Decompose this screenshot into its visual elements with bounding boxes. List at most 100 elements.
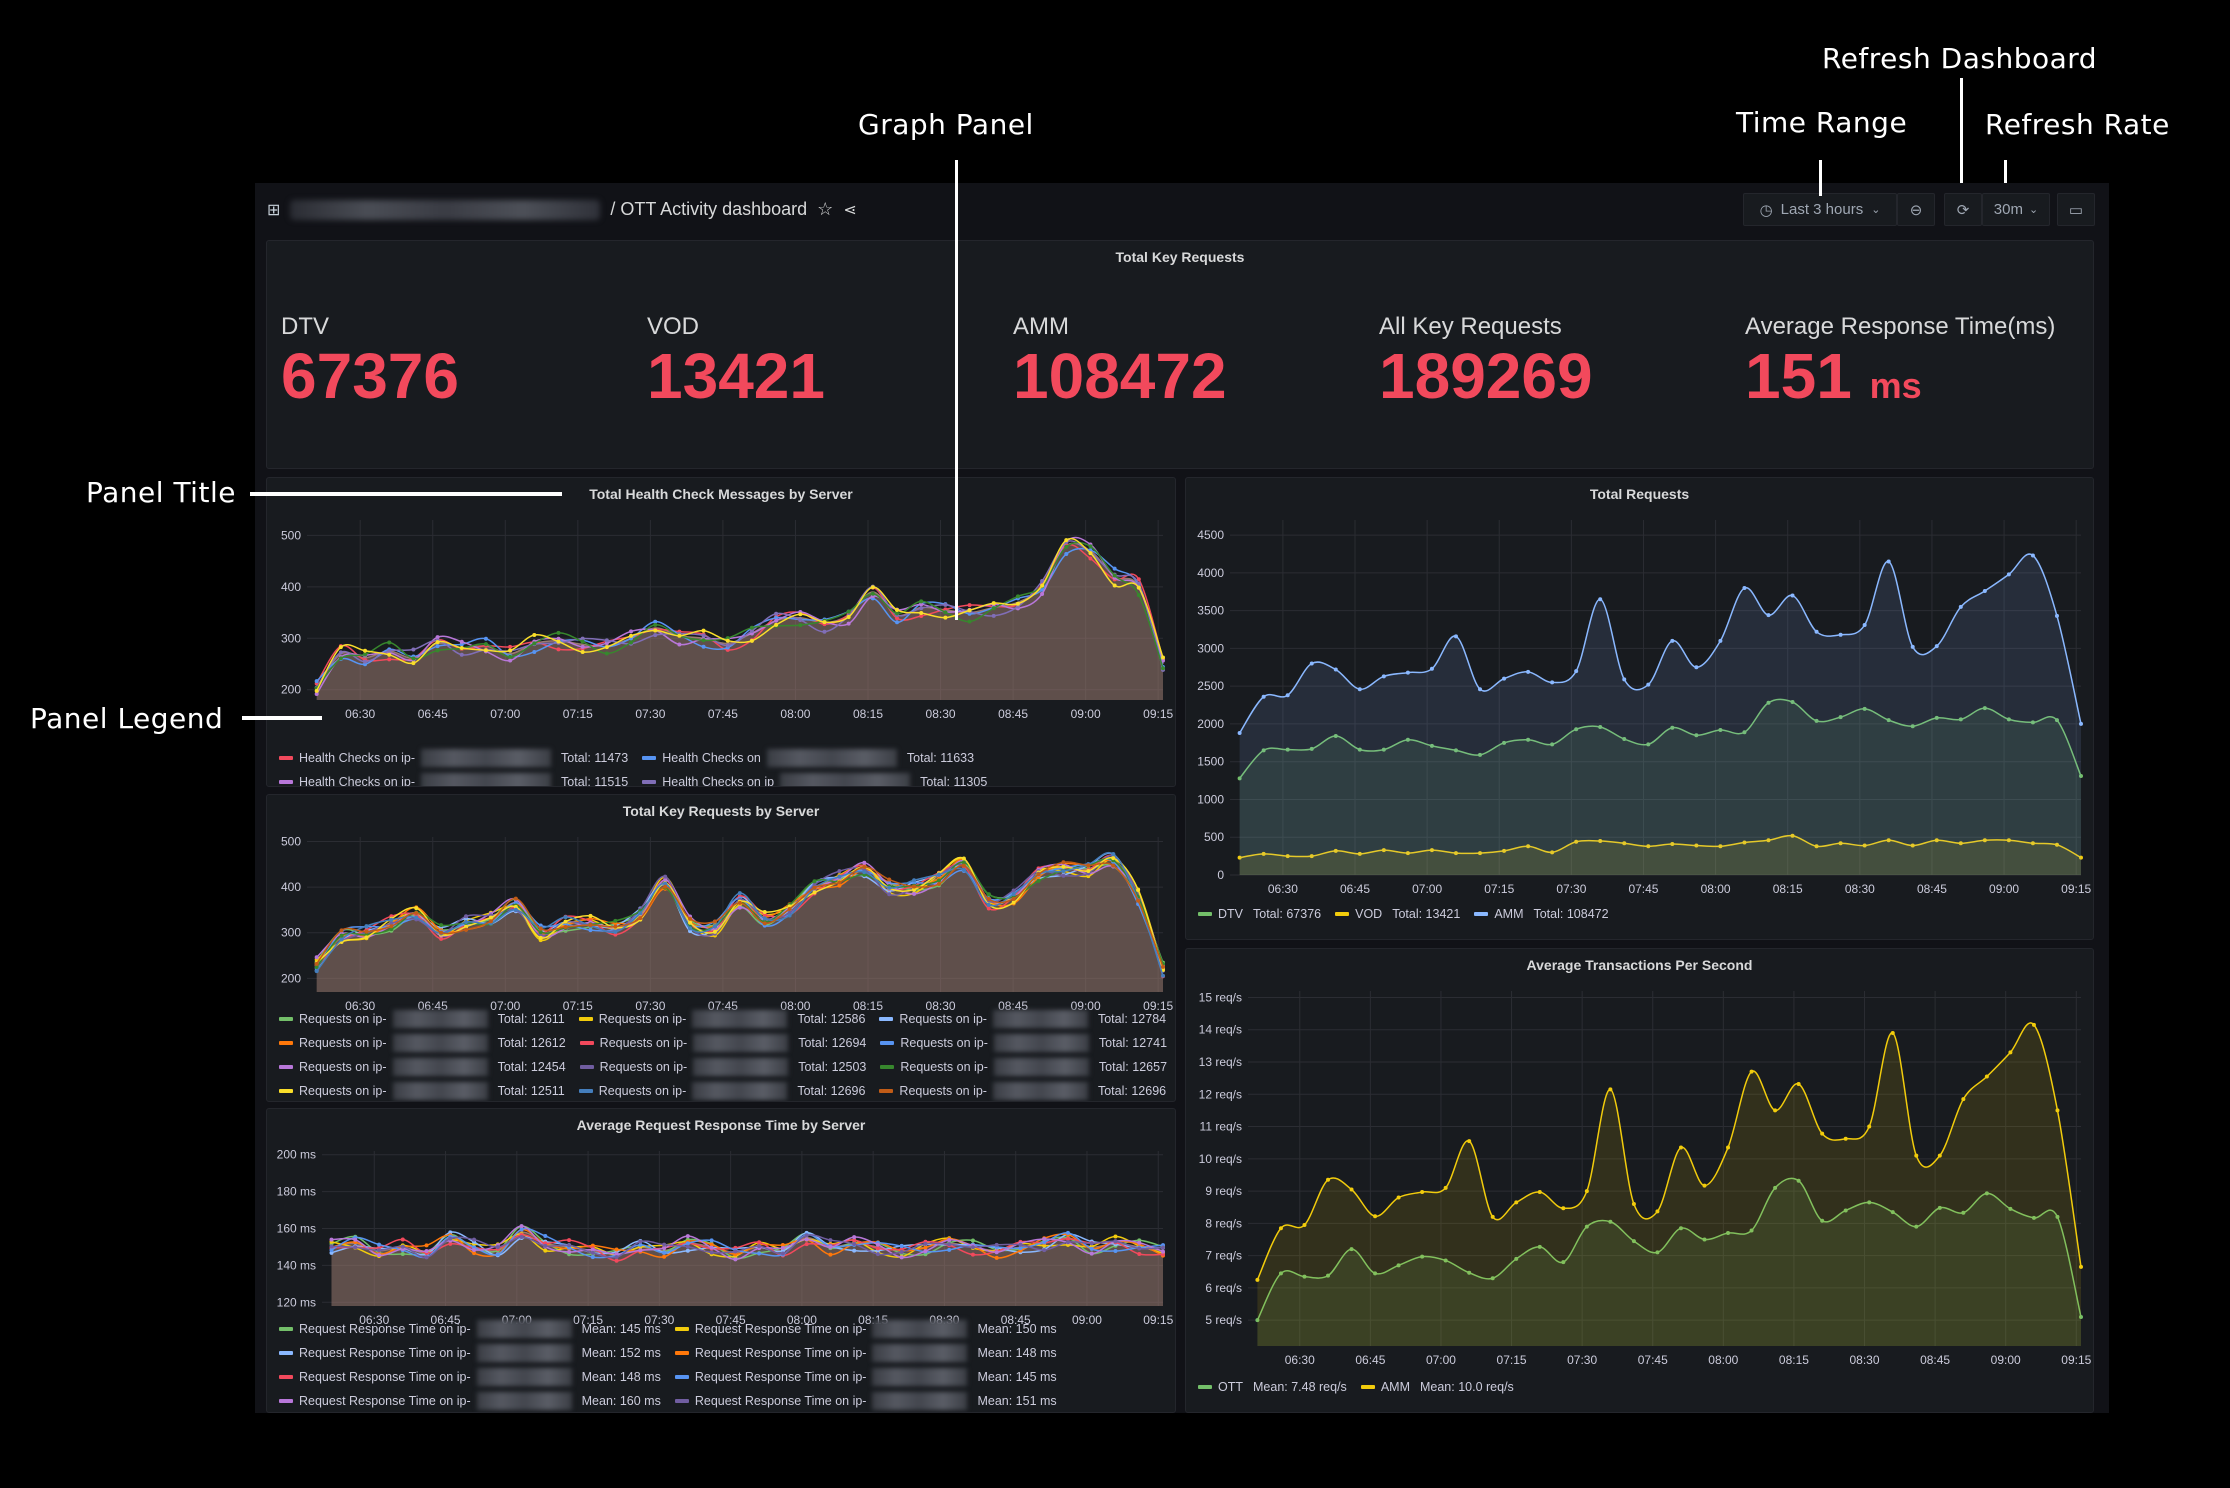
legend-item[interactable]: Requests on ip- Total: 12657 — [880, 1058, 1167, 1076]
share-icon[interactable]: ⋖ — [843, 200, 856, 220]
legend-row: Requests on ip- Total: 12511 Requests on i… — [279, 1079, 1167, 1101]
star-icon[interactable]: ☆ — [817, 199, 833, 220]
legend-item[interactable]: OTT Mean: 7.48 req/s — [1198, 1380, 1347, 1394]
legend-label: Requests on ip- — [899, 1012, 987, 1026]
legend-item[interactable]: Request Response Time on ip- Mean: 145 ms — [279, 1320, 661, 1338]
legend-item[interactable]: Request Response Time on ip- Mean: 145 ms — [674, 1368, 1057, 1386]
legend-row: Request Response Time on ip- Mean: 148 ms… — [279, 1365, 1167, 1389]
series-amm-point — [1237, 731, 1242, 735]
stat-all-key-requests: All Key Requests 189269 — [1379, 313, 1593, 411]
legend-stat: Total: 12741 — [1098, 1036, 1168, 1050]
legend-item[interactable]: Requests on ip- Total: 12454 — [279, 1058, 566, 1076]
series-server-2-point — [459, 639, 464, 644]
legend-item[interactable]: Requests on ip- Total: 12611 — [279, 1010, 565, 1028]
series-amm-point — [2054, 613, 2059, 618]
legend-item[interactable]: AMM Mean: 10.0 req/s — [1360, 1380, 1514, 1394]
series-amm-point — [1349, 1187, 1354, 1192]
series-amm-point — [1285, 693, 1290, 698]
refresh-rate-picker[interactable]: 30m ⌄ — [1982, 193, 2050, 226]
y-tick-label: 180 ms — [277, 1185, 316, 1199]
legend-label: Request Response Time on ip- — [299, 1322, 471, 1336]
series-amm-point — [1526, 669, 1531, 674]
legend-item[interactable]: DTV Total: 67376 — [1198, 907, 1321, 921]
series-server-5-point — [774, 622, 779, 627]
legend-item[interactable]: Health Checks on Total: 11633 — [642, 749, 974, 767]
legend-item[interactable]: Request Response Time on ip- Mean: 160 ms — [279, 1392, 661, 1410]
series-amm-point — [1718, 638, 1723, 643]
legend-item[interactable]: Requests on ip- Total: 12696 — [879, 1082, 1166, 1100]
y-tick-label: 11 req/s — [1200, 1120, 1242, 1134]
legend-item[interactable]: AMM Total: 108472 — [1474, 907, 1609, 921]
series-amm-point — [1749, 1069, 1754, 1074]
series-server-11-point — [488, 919, 493, 924]
series-server-11-point — [538, 926, 543, 931]
series-server-7-point — [472, 1237, 477, 1242]
y-tick-label: 2500 — [1197, 679, 1224, 693]
legend-label: Requests on ip- — [598, 1012, 687, 1026]
legend-item[interactable]: Requests on ip- Total: 12696 — [578, 1082, 865, 1100]
legend-item[interactable]: Requests on ip- Total: 12784 — [879, 1010, 1166, 1028]
tv-mode-button[interactable]: ▭ — [2057, 193, 2095, 226]
legend-item[interactable]: Requests on ip- Total: 12503 — [579, 1058, 866, 1076]
refresh-dashboard-button[interactable]: ⟳ — [1944, 193, 1982, 226]
legend-item[interactable]: Health Checks on ip- Total: 11473 — [279, 749, 628, 767]
legend-stat: Total: 12586 — [797, 1012, 866, 1026]
series-server-6-point — [1137, 1240, 1142, 1245]
legend-label: Requests on ip- — [299, 1060, 387, 1074]
series-amm-point — [1790, 593, 1795, 598]
server-ip-redacted — [872, 1320, 968, 1338]
legend-item[interactable]: Requests on ip- Total: 12612 — [279, 1034, 566, 1052]
series-amm-point — [2079, 721, 2083, 726]
legend-item[interactable]: Requests on ip- Total: 12586 — [578, 1010, 866, 1028]
legend-label: Requests on ip- — [599, 1036, 688, 1050]
server-ip-redacted — [993, 1034, 1089, 1052]
legend-item[interactable]: Requests on ip- Total: 12741 — [880, 1034, 1167, 1052]
legend-item[interactable]: Requests on ip- Total: 12511 — [279, 1082, 565, 1100]
legend-label: Request Response Time on ip- — [299, 1394, 471, 1408]
series-amm-point — [1678, 1145, 1683, 1150]
x-tick-label: 08:15 — [1779, 1353, 1809, 1367]
x-tick-label: 09:15 — [2061, 882, 2091, 896]
legend-item[interactable]: Request Response Time on ip- Mean: 148 ms — [279, 1368, 661, 1386]
time-range-picker[interactable]: ◷ Last 3 hours ⌄ — [1743, 193, 1897, 226]
legend-stat: Mean: 151 ms — [977, 1394, 1057, 1408]
legend-item[interactable]: Request Response Time on ip- Mean: 152 ms — [279, 1344, 661, 1362]
legend-swatch — [578, 1089, 593, 1093]
legend-swatch — [880, 1041, 895, 1045]
stat-label: Average Response Time(ms) — [1745, 313, 2056, 340]
series-server-3-point — [943, 602, 948, 607]
series-server-6-point — [709, 1245, 714, 1250]
panel-legend: DTV Total: 67376 VOD Total: 13421 AMM Total: … — [1198, 902, 2085, 926]
breadcrumb: ⊞ / OTT Activity dashboard ☆ ⋖ — [267, 199, 857, 220]
series-server-11-point — [513, 896, 518, 901]
series-server-7-point — [448, 1236, 453, 1241]
legend-item[interactable]: Health Checks on ip Total: 11305 — [642, 773, 988, 787]
series-server-5-point — [1064, 538, 1069, 543]
legend-item[interactable]: Request Response Time on ip- Mean: 151 ms — [674, 1392, 1057, 1410]
series-server-5-point — [895, 607, 900, 612]
dashboard-title[interactable]: / OTT Activity dashboard — [610, 199, 807, 220]
legend-item[interactable]: Request Response Time on ip- Mean: 148 ms — [674, 1344, 1057, 1362]
stat-value: 189269 — [1379, 340, 1593, 412]
series-amm-area — [1257, 1022, 2081, 1346]
legend-label: Requests on ip- — [598, 1084, 687, 1098]
legend-stat: Total: 11305 — [920, 775, 988, 787]
legend-item[interactable]: Request Response Time on ip- Mean: 150 ms — [674, 1320, 1057, 1338]
annotation-graph-panel: Graph Panel — [858, 108, 1034, 141]
zoom-out-button[interactable]: ⊖ — [1897, 193, 1935, 226]
panel-title: Total Key Requests — [1115, 249, 1245, 265]
legend-stat: Total: 12511 — [497, 1084, 565, 1098]
folder-name-redacted[interactable] — [290, 199, 601, 220]
x-tick-label: 07:15 — [1484, 882, 1514, 896]
legend-item[interactable]: Requests on ip- Total: 12694 — [579, 1034, 866, 1052]
dashboards-grid-icon[interactable]: ⊞ — [267, 200, 280, 220]
legend-row: Health Checks on ip- Total: 11473 Health C… — [279, 746, 1167, 770]
legend-swatch — [279, 1327, 293, 1331]
legend-swatch — [1360, 1385, 1375, 1389]
y-tick-label: 140 ms — [277, 1258, 316, 1272]
legend-item[interactable]: Health Checks on ip- Total: 11515 — [279, 773, 628, 786]
stat-panel-total-key-requests: Total Key Requests DTV 67376 VOD 13421 A… — [266, 240, 2094, 469]
legend-swatch — [642, 756, 657, 760]
server-ip-redacted — [392, 1034, 488, 1052]
legend-item[interactable]: VOD Total: 13421 — [1335, 907, 1460, 921]
